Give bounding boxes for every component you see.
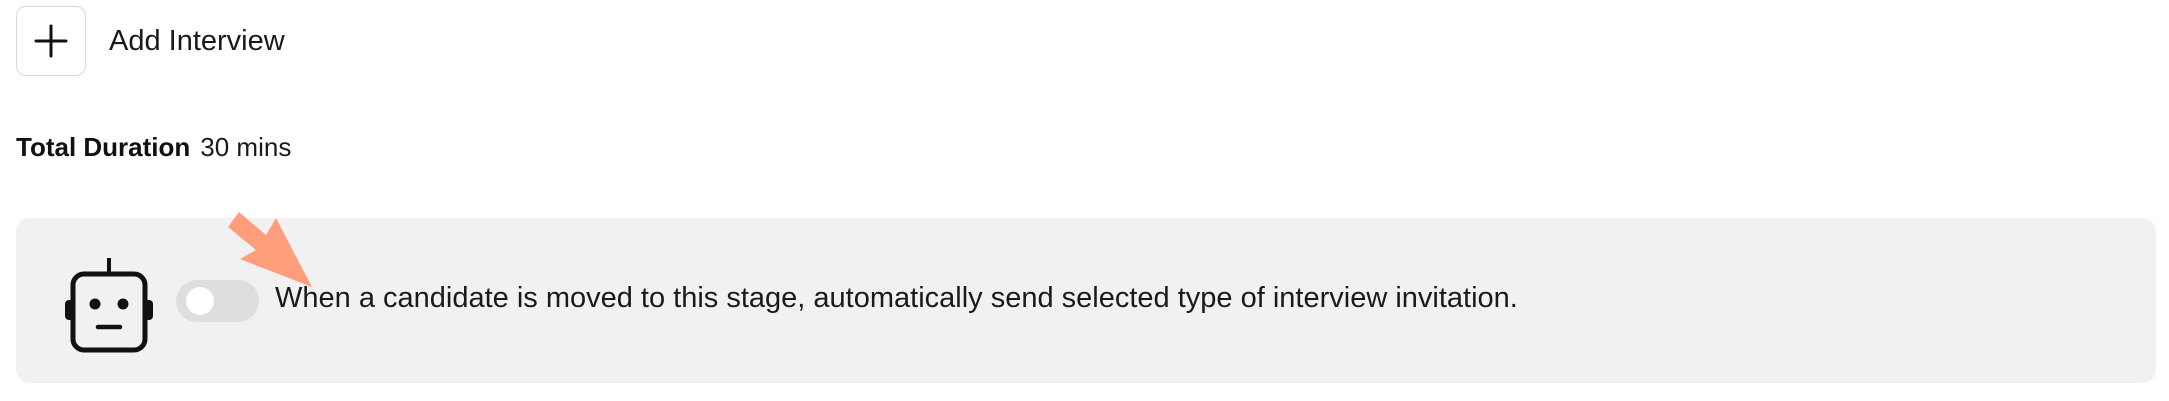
toggle-knob — [186, 287, 214, 315]
plus-icon — [34, 24, 68, 58]
auto-invite-panel: When a candidate is moved to this stage,… — [16, 218, 2156, 383]
auto-invite-description: When a candidate is moved to this stage,… — [275, 282, 1518, 314]
add-interview-row: Add Interview — [16, 6, 285, 76]
auto-invite-toggle[interactable] — [176, 280, 259, 322]
interview-stage-settings: Add Interview Total Duration 30 mins Whe… — [0, 0, 2169, 401]
total-duration-label: Total Duration — [16, 132, 191, 162]
total-duration: Total Duration 30 mins — [16, 132, 291, 163]
add-interview-label[interactable]: Add Interview — [109, 25, 285, 58]
robot-icon — [65, 258, 153, 353]
total-duration-value: 30 mins — [200, 132, 292, 162]
add-interview-button[interactable] — [16, 6, 86, 76]
